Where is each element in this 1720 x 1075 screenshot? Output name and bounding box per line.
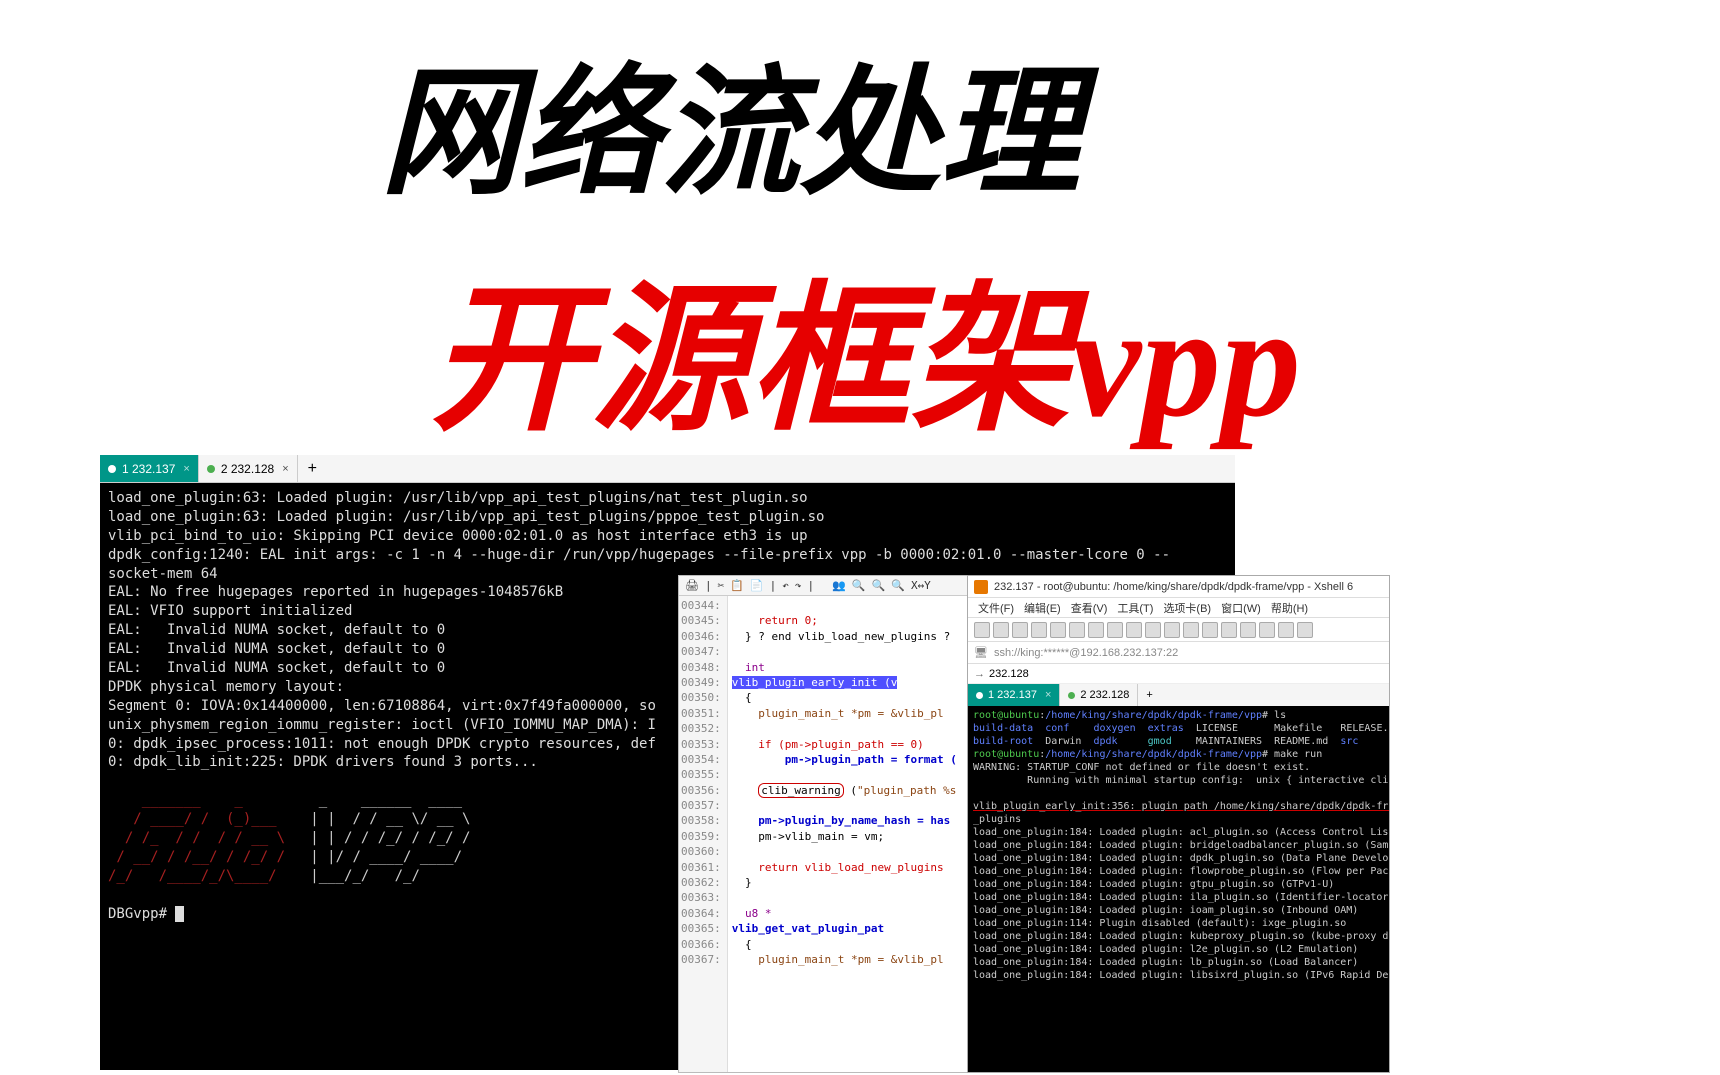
xshell-menubar: 文件(F)编辑(E)查看(V)工具(T)选项卡(B)窗口(W)帮助(H) — [968, 598, 1389, 618]
xshell-tab-bar: 1 232.137 × 2 232.128 + — [968, 684, 1389, 706]
toolbar-icon[interactable]: ✂ — [718, 579, 725, 592]
menu-item[interactable]: 文件(F) — [974, 598, 1018, 618]
toolbar-button-icon[interactable] — [1278, 622, 1294, 638]
menu-item[interactable]: 帮助(H) — [1267, 598, 1312, 618]
toolbar-button-icon[interactable] — [1012, 622, 1028, 638]
toolbar-button-icon[interactable] — [1202, 622, 1218, 638]
tab-label: 2 232.128 — [1080, 689, 1129, 701]
toolbar-button-icon[interactable] — [1050, 622, 1066, 638]
toolbar-button-icon[interactable] — [1031, 622, 1047, 638]
menu-item[interactable]: 查看(V) — [1067, 598, 1112, 618]
toolbar-button-icon[interactable] — [1221, 622, 1237, 638]
connection-dot-icon — [1068, 692, 1075, 699]
toolbar-icon[interactable]: ↷ — [795, 579, 802, 592]
toolbar-button-icon[interactable] — [974, 622, 990, 638]
xshell-tab-1[interactable]: 1 232.137 × — [968, 684, 1060, 706]
toolbar-icon[interactable]: ↶ — [782, 579, 789, 592]
session-list-item[interactable]: → 232.128 — [968, 664, 1389, 684]
toolbar-button-icon[interactable] — [1069, 622, 1085, 638]
toolbar-button-icon[interactable] — [1126, 622, 1142, 638]
toolbar-button-icon[interactable] — [993, 622, 1009, 638]
toolbar-icon[interactable]: 🔍 — [891, 579, 905, 592]
line-number-gutter: 00344: 00345: 00346: 00347: 00348: 00349… — [679, 596, 728, 1072]
toolbar-button-icon[interactable] — [1297, 622, 1313, 638]
add-tab-button[interactable]: + — [1138, 686, 1160, 704]
toolbar-icon[interactable]: | — [808, 579, 815, 592]
connection-dot-icon — [207, 465, 215, 473]
xshell-addressbar: 🖥 ssh://king:******@192.168.232.137:22 — [968, 642, 1389, 664]
tab-label: 2 232.128 — [221, 462, 274, 476]
xshell-title: 232.137 - root@ubuntu: /home/king/share/… — [994, 581, 1353, 593]
host-icon: 🖥 — [974, 646, 988, 659]
connection-dot-icon — [976, 692, 983, 699]
toolbar-button-icon[interactable] — [1240, 622, 1256, 638]
address-text[interactable]: ssh://king:******@192.168.232.137:22 — [994, 647, 1178, 659]
arrow-icon: → — [974, 668, 985, 680]
session-label: 232.128 — [989, 668, 1029, 680]
toolbar-icon[interactable]: 📄 — [750, 579, 764, 592]
toolbar-icon[interactable]: 🔍 — [872, 579, 886, 592]
terminal-tab-bar: 1 232.137 × 2 232.128 × + — [100, 455, 1235, 483]
toolbar-button-icon[interactable] — [1259, 622, 1275, 638]
tab-label: 1 232.137 — [122, 462, 175, 476]
toolbar-button-icon[interactable] — [1145, 622, 1161, 638]
menu-item[interactable]: 选项卡(B) — [1159, 598, 1215, 618]
xshell-titlebar: 232.137 - root@ubuntu: /home/king/share/… — [968, 576, 1389, 598]
xshell-tab-2[interactable]: 2 232.128 — [1060, 684, 1138, 706]
xshell-toolbar — [968, 618, 1389, 642]
tab-close-icon[interactable]: × — [282, 463, 288, 475]
toolbar-button-icon[interactable] — [1107, 622, 1123, 638]
tab-close-icon[interactable]: × — [1045, 689, 1051, 701]
toolbar-button-icon[interactable] — [1164, 622, 1180, 638]
toolbar-icon[interactable]: 📋 — [730, 579, 744, 592]
title-black: 网络流处理 — [380, 20, 1080, 222]
menu-item[interactable]: 窗口(W) — [1217, 598, 1265, 618]
menu-item[interactable]: 编辑(E) — [1020, 598, 1065, 618]
xshell-logo-icon — [974, 580, 988, 594]
toolbar-icon[interactable]: X↔Y — [911, 579, 931, 592]
tab-label: 1 232.137 — [988, 689, 1037, 701]
toolbar-icon[interactable]: 👥 — [832, 579, 846, 592]
toolbar-icon[interactable]: 🔍 — [852, 579, 866, 592]
xshell-terminal-output[interactable]: root@ubuntu:/home/king/share/dpdk/dpdk-f… — [968, 706, 1389, 1072]
toolbar-icon[interactable]: | — [770, 579, 777, 592]
toolbar-button-icon[interactable] — [1088, 622, 1104, 638]
toolbar-icon[interactable]: | — [705, 579, 712, 592]
tab-close-icon[interactable]: × — [183, 463, 189, 475]
terminal-tab-2[interactable]: 2 232.128 × — [199, 455, 298, 482]
connection-dot-icon — [108, 465, 116, 473]
terminal-tab-1[interactable]: 1 232.137 × — [100, 455, 199, 482]
xshell-window: 232.137 - root@ubuntu: /home/king/share/… — [967, 575, 1390, 1073]
toolbar-icon[interactable]: 🖨 — [685, 579, 699, 592]
title-red: 开源框架vpp — [430, 230, 1301, 462]
menu-item[interactable]: 工具(T) — [1113, 598, 1157, 618]
toolbar-button-icon[interactable] — [1183, 622, 1199, 638]
add-tab-button[interactable]: + — [298, 456, 327, 482]
